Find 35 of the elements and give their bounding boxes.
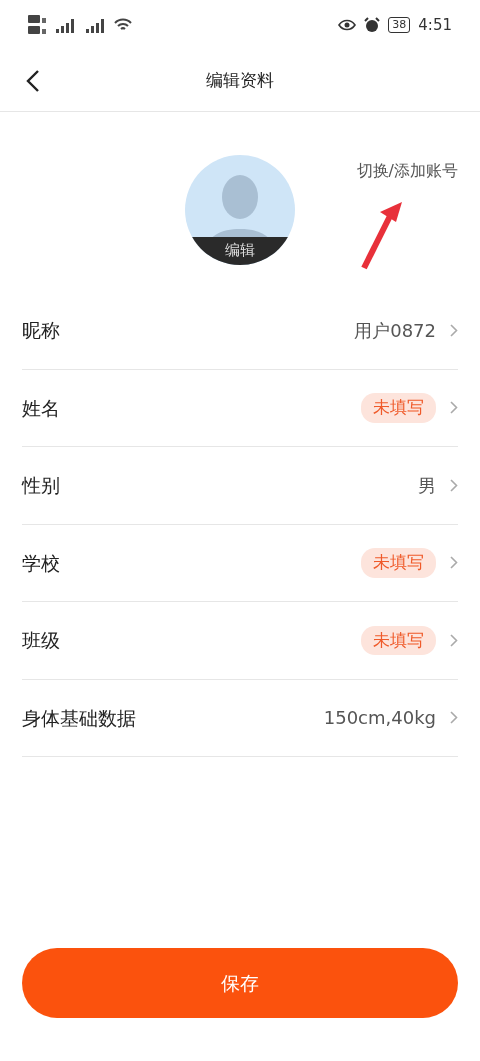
chevron-icon	[450, 556, 458, 570]
avatar[interactable]: 编辑	[185, 155, 295, 265]
signal-icon	[84, 16, 106, 34]
empty-tag: 未填写	[361, 393, 436, 423]
field-value: 150cm,40kg	[323, 706, 436, 731]
back-icon[interactable]	[26, 69, 40, 93]
profile-row[interactable]: 班级 未填写	[22, 602, 458, 680]
field-label: 身体基础数据	[22, 705, 136, 731]
field-label: 昵称	[22, 318, 60, 343]
chevron-icon	[450, 401, 458, 415]
field-label: 班级	[22, 628, 60, 653]
chevron-icon	[450, 711, 458, 725]
clock-time: 4:51	[418, 14, 452, 36]
profile-row[interactable]: 性别 男	[22, 447, 458, 525]
chevron-icon	[450, 478, 458, 492]
eye-icon	[338, 19, 357, 31]
profile-row[interactable]: 学校 未填写	[22, 524, 458, 602]
profile-row[interactable]: 身体基础数据 150cm,40kg	[22, 679, 458, 757]
wifi-icon	[114, 18, 132, 32]
battery-indicator: 38	[388, 17, 411, 33]
profile-row[interactable]: 昵称 用户0872	[22, 292, 458, 370]
empty-tag: 未填写	[361, 625, 436, 655]
field-value: 用户0872	[354, 318, 436, 343]
field-label: 性别	[22, 473, 60, 498]
profile-row[interactable]: 姓名 未填写	[22, 369, 458, 447]
switch-account-link[interactable]: 切换/添加账号	[356, 159, 458, 183]
signal-icon	[54, 16, 76, 34]
field-value: 男	[418, 473, 436, 498]
alarm-icon	[364, 17, 381, 33]
chevron-icon	[450, 323, 458, 337]
chevron-icon	[450, 633, 458, 647]
page-title: 编辑资料	[206, 68, 274, 92]
field-label: 学校	[22, 550, 60, 576]
field-label: 姓名	[22, 395, 60, 421]
empty-tag: 未填写	[361, 548, 436, 578]
